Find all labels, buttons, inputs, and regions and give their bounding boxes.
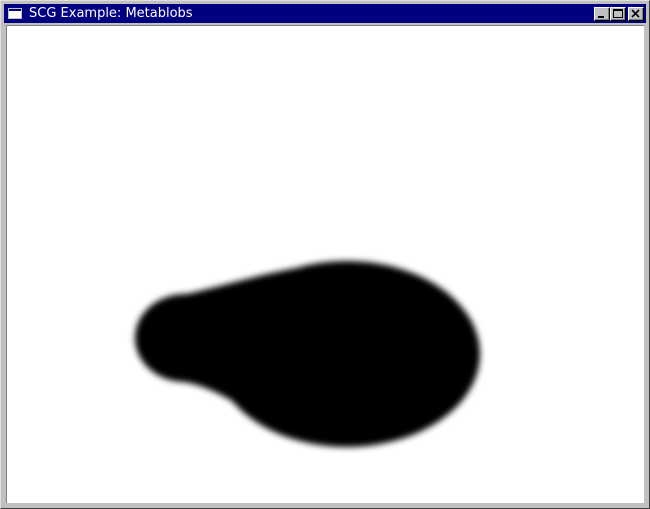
app-window: SCG Example: Metablobs	[0, 0, 650, 509]
maximize-icon	[613, 9, 623, 18]
window-title: SCG Example: Metablobs	[29, 6, 193, 21]
metablob-render	[135, 261, 480, 447]
maximize-button[interactable]	[610, 7, 626, 21]
minimize-icon	[598, 16, 604, 18]
minimize-button[interactable]	[594, 7, 610, 21]
metablob-shape	[135, 261, 480, 447]
title-bar[interactable]: SCG Example: Metablobs	[4, 4, 646, 23]
metablob-canvas[interactable]	[6, 25, 644, 503]
window-app-icon	[8, 8, 22, 19]
close-icon	[631, 9, 640, 18]
close-button[interactable]	[628, 7, 644, 21]
